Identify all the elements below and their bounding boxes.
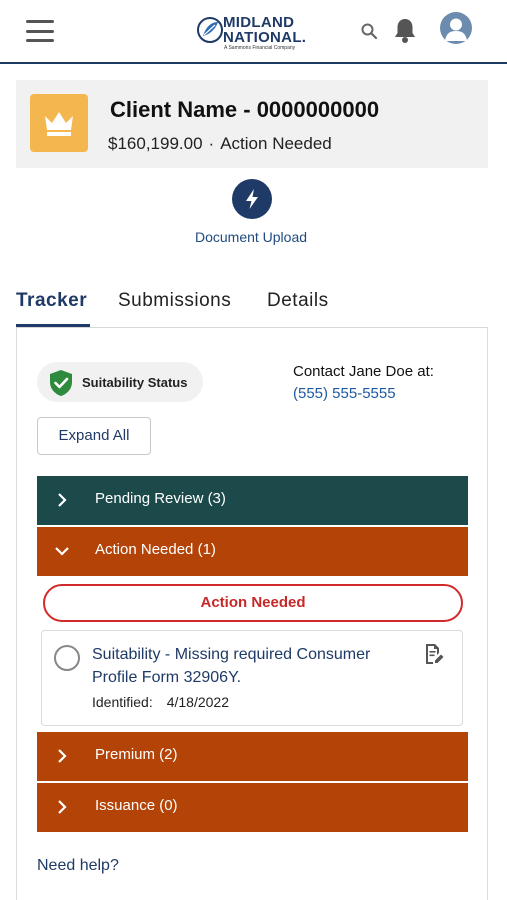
logo-line1: MIDLAND (223, 14, 295, 31)
client-name: Client Name - 0000000000 (110, 97, 380, 122)
logo-leaf-icon (197, 17, 223, 43)
accordion-issuance[interactable]: Issuance (0) (37, 783, 468, 832)
chevron-down-icon (55, 547, 69, 556)
accordion-label: Premium (2) (95, 746, 178, 763)
notification-bell-icon[interactable] (392, 16, 418, 44)
separator-dot: · (208, 134, 215, 153)
suitability-status-badge[interactable]: Suitability Status (37, 362, 203, 402)
expand-all-button[interactable]: Expand All (37, 417, 151, 455)
search-icon[interactable] (360, 22, 378, 40)
chevron-right-icon (58, 749, 67, 763)
task-identified: Identified: 4/18/2022 (92, 694, 229, 710)
contact-text: Contact Jane Doe at: (293, 363, 434, 380)
accordion-label: Issuance (0) (95, 797, 178, 814)
crown-icon (30, 94, 88, 152)
client-subtitle: $160,199.00 · Action Needed (108, 134, 332, 154)
top-app-bar: MIDLAND NATIONAL. A Sammons Financial Co… (0, 0, 507, 64)
client-amount: $160,199.00 (108, 134, 203, 153)
active-tab-indicator (16, 324, 90, 327)
client-status: Action Needed (220, 134, 332, 153)
task-card: Suitability - Missing required Consumer … (41, 630, 463, 726)
check-shield-icon (50, 370, 72, 396)
document-edit-icon[interactable] (424, 643, 444, 665)
accordion-label: Action Needed (1) (95, 541, 216, 558)
identified-label: Identified: (92, 694, 153, 710)
accordion-premium[interactable]: Premium (2) (37, 732, 468, 781)
accordion-label: Pending Review (3) (95, 490, 226, 507)
document-upload-button[interactable] (232, 179, 272, 219)
accordion-pending-review[interactable]: Pending Review (3) (37, 476, 468, 525)
hamburger-menu-icon[interactable] (26, 20, 54, 42)
action-needed-pill: Action Needed (43, 584, 463, 622)
logo-tagline: A Sammons Financial Company (224, 45, 296, 51)
tab-details[interactable]: Details (267, 290, 329, 312)
need-help-link[interactable]: Need help? (37, 857, 119, 875)
tab-submissions[interactable]: Submissions (118, 290, 231, 312)
suitability-status-label: Suitability Status (82, 375, 188, 390)
chevron-right-icon (58, 493, 67, 507)
tracker-panel: Suitability Status Contact Jane Doe at: … (16, 328, 488, 900)
client-summary-card: Client Name - 0000000000 $160,199.00 · Act… (16, 80, 488, 168)
task-title-link[interactable]: Suitability - Missing required Consumer … (92, 643, 397, 689)
lightning-bolt-icon (246, 189, 258, 209)
contact-phone-link[interactable]: (555) 555-5555 (293, 385, 396, 402)
logo-line2: NATIONAL. (223, 29, 307, 46)
midland-national-logo[interactable]: MIDLAND NATIONAL. A Sammons Financial Co… (196, 14, 316, 54)
chevron-right-icon (58, 800, 67, 814)
document-upload-label[interactable]: Document Upload (0, 229, 502, 245)
tab-tracker[interactable]: Tracker (16, 290, 87, 312)
accordion-action-needed[interactable]: Action Needed (1) (37, 527, 468, 576)
identified-date: 4/18/2022 (166, 694, 230, 710)
tab-bar: Tracker Submissions Details (16, 288, 488, 328)
task-complete-radio[interactable] (54, 645, 80, 671)
user-avatar-icon[interactable] (440, 12, 472, 44)
